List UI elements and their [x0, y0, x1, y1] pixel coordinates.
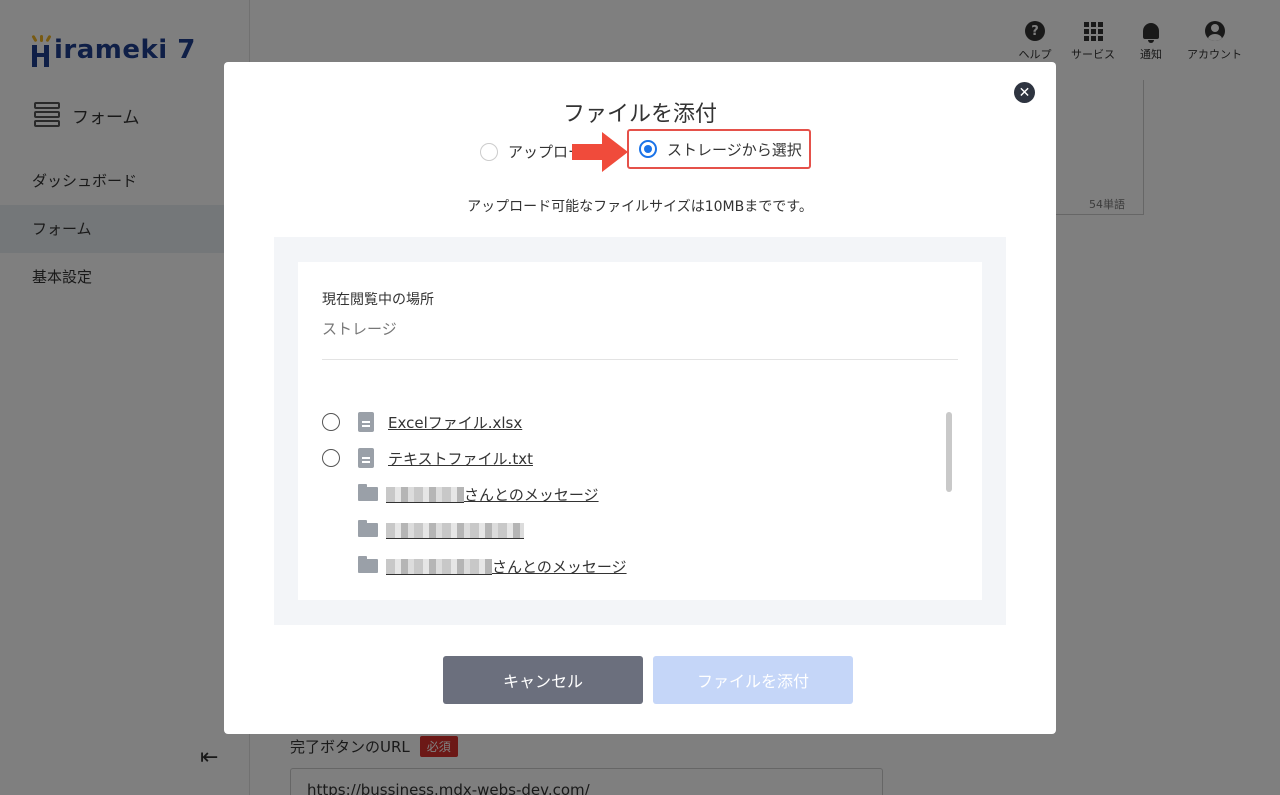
folder-icon	[358, 556, 378, 573]
size-limit-note: アップロード可能なファイルサイズは10MBまでです。	[467, 199, 813, 215]
modal-title: ファイルを添付	[562, 102, 717, 127]
arrow-right-icon	[572, 132, 628, 172]
file-row: Excelファイル.xlsx	[322, 404, 942, 440]
folder-name-suffix: さんとのメッセージ	[464, 485, 599, 504]
redacted-name	[386, 522, 524, 539]
upload-radio[interactable]	[480, 142, 498, 161]
location-label: 現在閲覧中の場所	[322, 292, 434, 308]
divider	[322, 359, 958, 360]
file-link[interactable]: テキストファイル.txt	[388, 448, 533, 469]
folder-name-suffix: さんとのメッセージ	[492, 557, 627, 576]
attach-file-modal: ✕ ファイルを添付 アップロー ストレージから選択 アップロード可能なファイルサ…	[224, 62, 1056, 734]
cancel-button[interactable]: キャンセル	[443, 656, 643, 704]
file-select-radio[interactable]	[322, 413, 340, 431]
folder-link[interactable]	[386, 521, 524, 539]
storage-option-label: ストレージから選択	[667, 140, 802, 159]
folder-link[interactable]: さんとのメッセージ	[386, 484, 599, 505]
storage-radio[interactable]	[639, 140, 657, 158]
redacted-name	[386, 487, 464, 503]
upload-option[interactable]: アップロー	[480, 141, 583, 162]
file-row: テキストファイル.txt	[322, 440, 942, 476]
folder-row	[322, 512, 942, 548]
file-list: Excelファイル.xlsx テキストファイル.txt さんとのメッセージ さん…	[322, 404, 942, 584]
attach-file-button[interactable]: ファイルを添付	[653, 656, 853, 704]
file-browser: 現在閲覧中の場所 ストレージ Excelファイル.xlsx テキストファイル.t…	[298, 262, 982, 600]
folder-row: さんとのメッセージ	[322, 548, 942, 584]
file-icon	[358, 412, 374, 432]
folder-icon	[358, 484, 378, 501]
storage-option[interactable]: ストレージから選択	[627, 129, 811, 169]
list-scrollbar[interactable]	[946, 412, 952, 492]
folder-icon	[358, 520, 378, 537]
location-value: ストレージ	[322, 320, 397, 338]
file-icon	[358, 448, 374, 468]
file-link[interactable]: Excelファイル.xlsx	[388, 412, 522, 433]
file-select-radio[interactable]	[322, 449, 340, 467]
folder-row: さんとのメッセージ	[322, 476, 942, 512]
file-browser-frame: 現在閲覧中の場所 ストレージ Excelファイル.xlsx テキストファイル.t…	[274, 237, 1006, 625]
folder-link[interactable]: さんとのメッセージ	[386, 556, 627, 577]
redacted-name	[386, 559, 492, 575]
source-options: アップロー ストレージから選択	[224, 129, 1056, 172]
